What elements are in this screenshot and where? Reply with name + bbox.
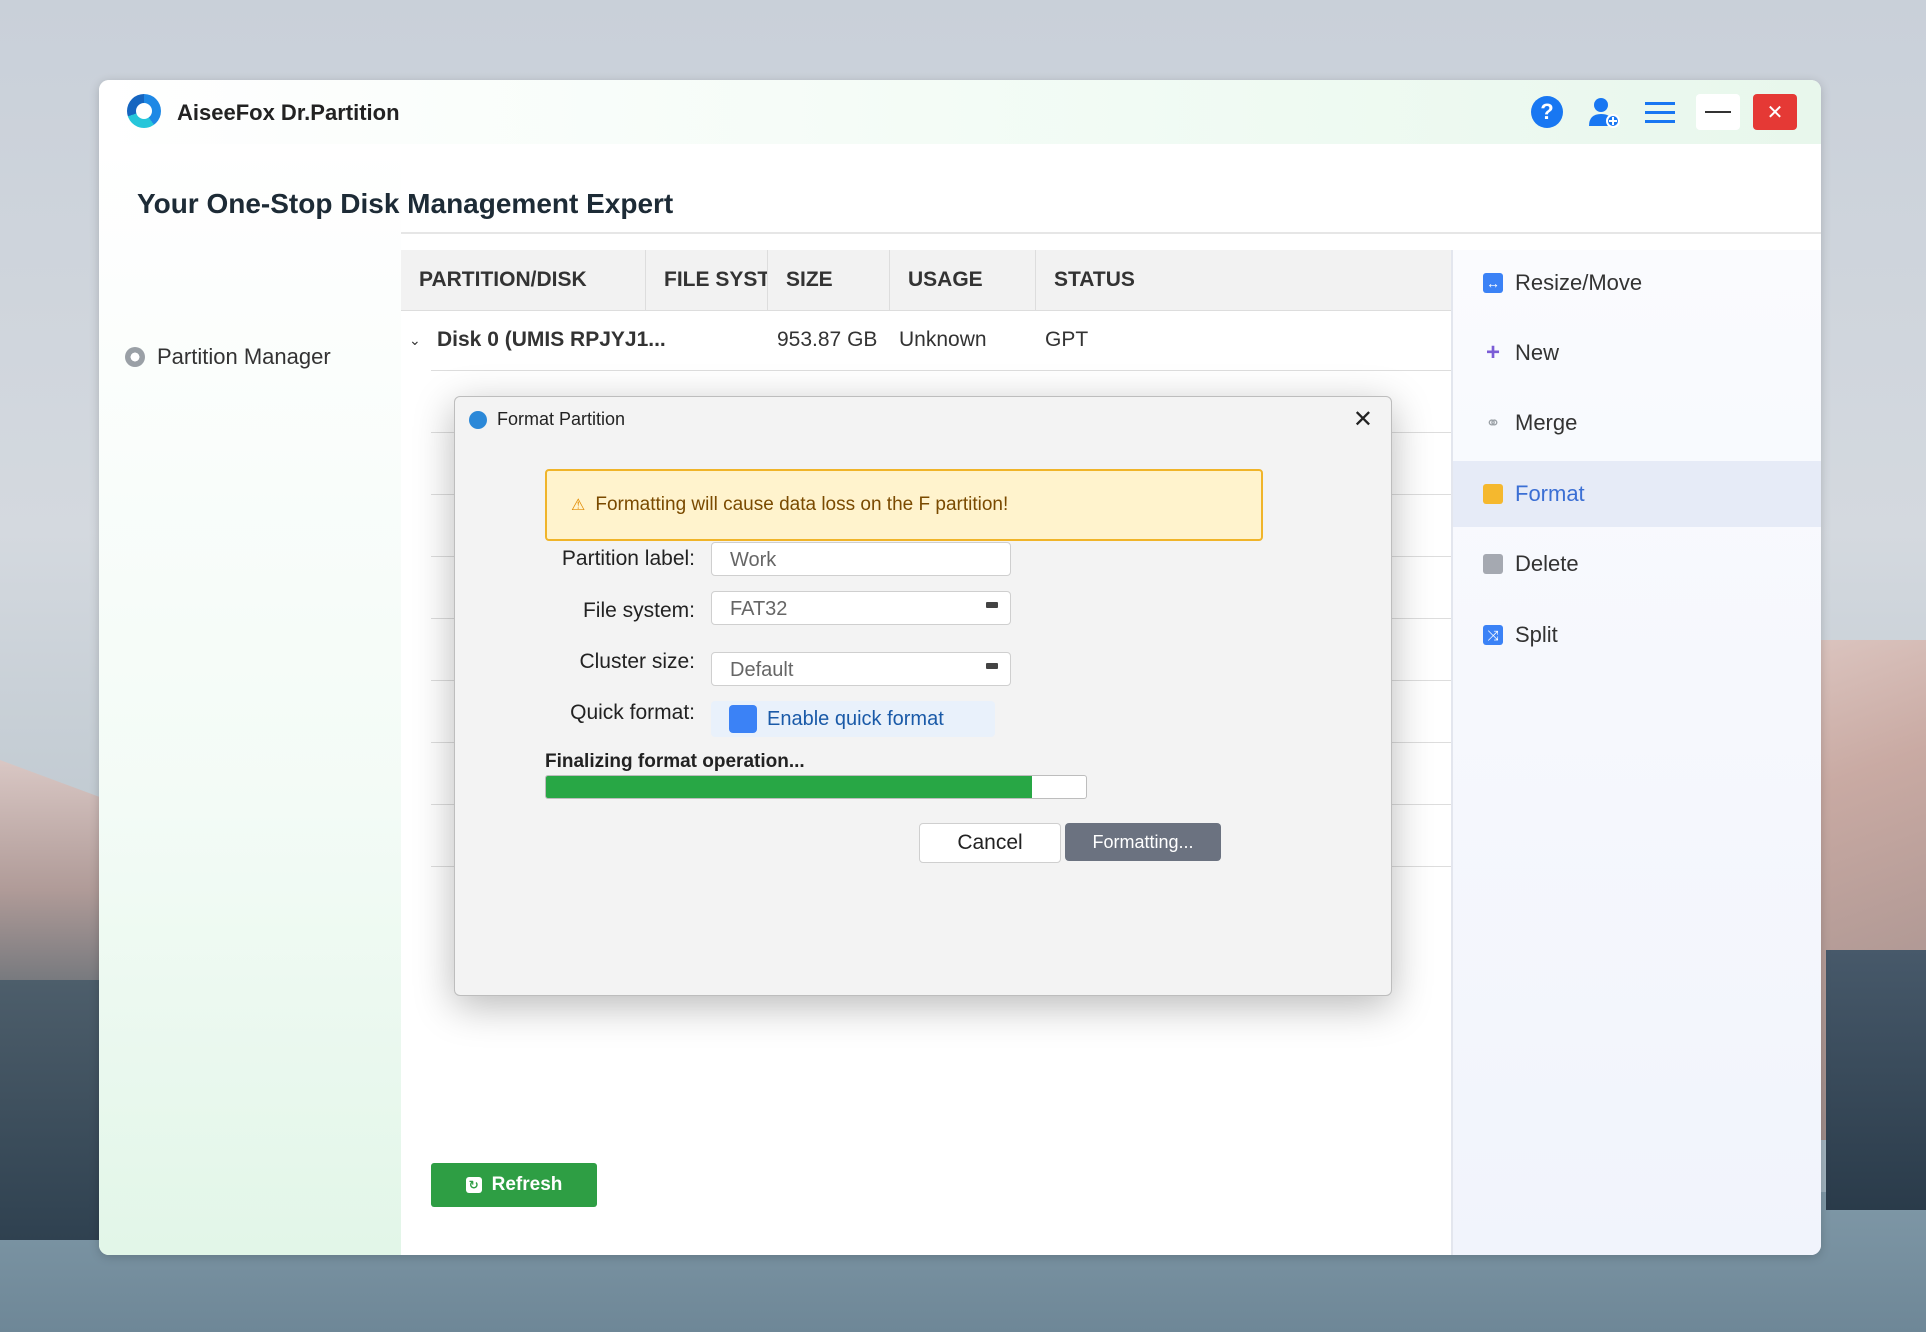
warning-banner: ⚠ Formatting will cause data loss on the… xyxy=(545,469,1263,541)
disk-size: 953.87 GB xyxy=(777,328,878,351)
dialog-close-icon[interactable]: ✕ xyxy=(1353,405,1373,434)
format-partition-dialog: Format Partition ✕ ⚠ Formatting will cau… xyxy=(454,396,1392,996)
folder-icon xyxy=(1483,484,1503,504)
dialog-app-icon xyxy=(469,411,487,429)
file-system-label: File system: xyxy=(582,599,695,622)
dropdown-icon xyxy=(986,602,998,608)
file-system-select[interactable]: FAT32 xyxy=(711,591,1011,625)
left-sidebar: Partition Manager xyxy=(99,144,401,1255)
col-partition-disk[interactable]: PARTITION/DISK xyxy=(401,250,646,310)
split-icon: ⤨ xyxy=(1483,625,1503,645)
warning-icon: ⚠ xyxy=(571,497,586,514)
sidebar-item-partition-manager[interactable]: Partition Manager xyxy=(125,344,331,370)
sidebar-item-label: Partition Manager xyxy=(157,344,331,369)
minimize-button[interactable] xyxy=(1696,94,1740,130)
close-button[interactable]: ✕ xyxy=(1753,94,1797,130)
formatting-button[interactable]: Formatting... xyxy=(1065,823,1221,861)
col-file-system[interactable]: FILE SYSTEM xyxy=(646,250,768,310)
action-split[interactable]: ⤨ Split xyxy=(1453,602,1821,668)
col-status[interactable]: STATUS xyxy=(1036,250,1451,310)
help-icon[interactable]: ? xyxy=(1529,94,1565,130)
col-usage[interactable]: USAGE xyxy=(890,250,1036,310)
action-panel: ↔ Resize/Move + New ⚭ Merge Format Delet… xyxy=(1451,250,1821,1255)
plus-icon: + xyxy=(1485,339,1500,366)
disk-status: GPT xyxy=(1045,328,1089,351)
table-header: PARTITION/DISK FILE SYSTEM SIZE USAGE ST… xyxy=(401,250,1451,311)
dropdown-icon xyxy=(986,663,998,669)
progress-fill xyxy=(546,776,1032,798)
link-icon: ⚭ xyxy=(1485,412,1501,433)
quick-format-toggle[interactable]: Enable quick format xyxy=(711,701,995,737)
action-format[interactable]: Format xyxy=(1453,461,1821,527)
app-title: AiseeFox Dr.Partition xyxy=(177,100,400,125)
app-logo-icon xyxy=(127,94,161,128)
wallpaper-water-right xyxy=(1826,950,1926,1210)
gear-icon xyxy=(125,347,145,367)
progress-bar xyxy=(545,775,1087,799)
cluster-size-label: Cluster size: xyxy=(579,650,695,673)
action-new[interactable]: + New xyxy=(1453,320,1821,386)
trash-icon xyxy=(1483,554,1503,574)
cancel-button[interactable]: Cancel xyxy=(919,823,1061,863)
wallpaper-water-left xyxy=(0,980,110,1240)
partition-label-label: Partition label: xyxy=(561,547,695,570)
partition-label-input[interactable]: Work xyxy=(711,542,1011,576)
quick-format-label: Quick format: xyxy=(570,701,695,724)
action-delete[interactable]: Delete xyxy=(1453,531,1821,597)
dialog-title: Format Partition xyxy=(497,409,626,429)
disk-usage: Unknown xyxy=(899,328,987,351)
menu-icon[interactable] xyxy=(1642,94,1678,130)
resize-move-icon: ↔ xyxy=(1483,273,1503,293)
action-merge[interactable]: ⚭ Merge xyxy=(1453,390,1821,456)
refresh-icon: ↻ xyxy=(465,1177,482,1193)
close-icon: ✕ xyxy=(1766,101,1784,124)
action-resize-move[interactable]: ↔ Resize/Move xyxy=(1453,250,1821,316)
page-title: Your One-Stop Disk Management Expert xyxy=(137,188,674,219)
disk-name: Disk 0 (UMIS RPJYJ1... xyxy=(437,328,666,351)
title-bar: AiseeFox Dr.Partition ? ✕ xyxy=(99,80,1821,144)
progress-label: Finalizing format operation... xyxy=(545,751,805,772)
col-size[interactable]: SIZE xyxy=(768,250,890,310)
warning-text: Formatting will cause data loss on the F… xyxy=(595,494,1009,515)
cluster-size-select[interactable]: Default xyxy=(711,652,1011,686)
quick-format-checkbox[interactable] xyxy=(729,705,757,733)
table-row[interactable]: ⌄ Disk 0 (UMIS RPJYJ1... 953.87 GB Unkno… xyxy=(401,310,1451,370)
expand-chevron-icon[interactable]: ⌄ xyxy=(409,310,421,370)
minimize-icon xyxy=(1705,111,1731,113)
row-divider xyxy=(431,370,1451,371)
add-user-icon[interactable] xyxy=(1586,94,1622,130)
refresh-button[interactable]: ↻ Refresh xyxy=(431,1163,597,1207)
